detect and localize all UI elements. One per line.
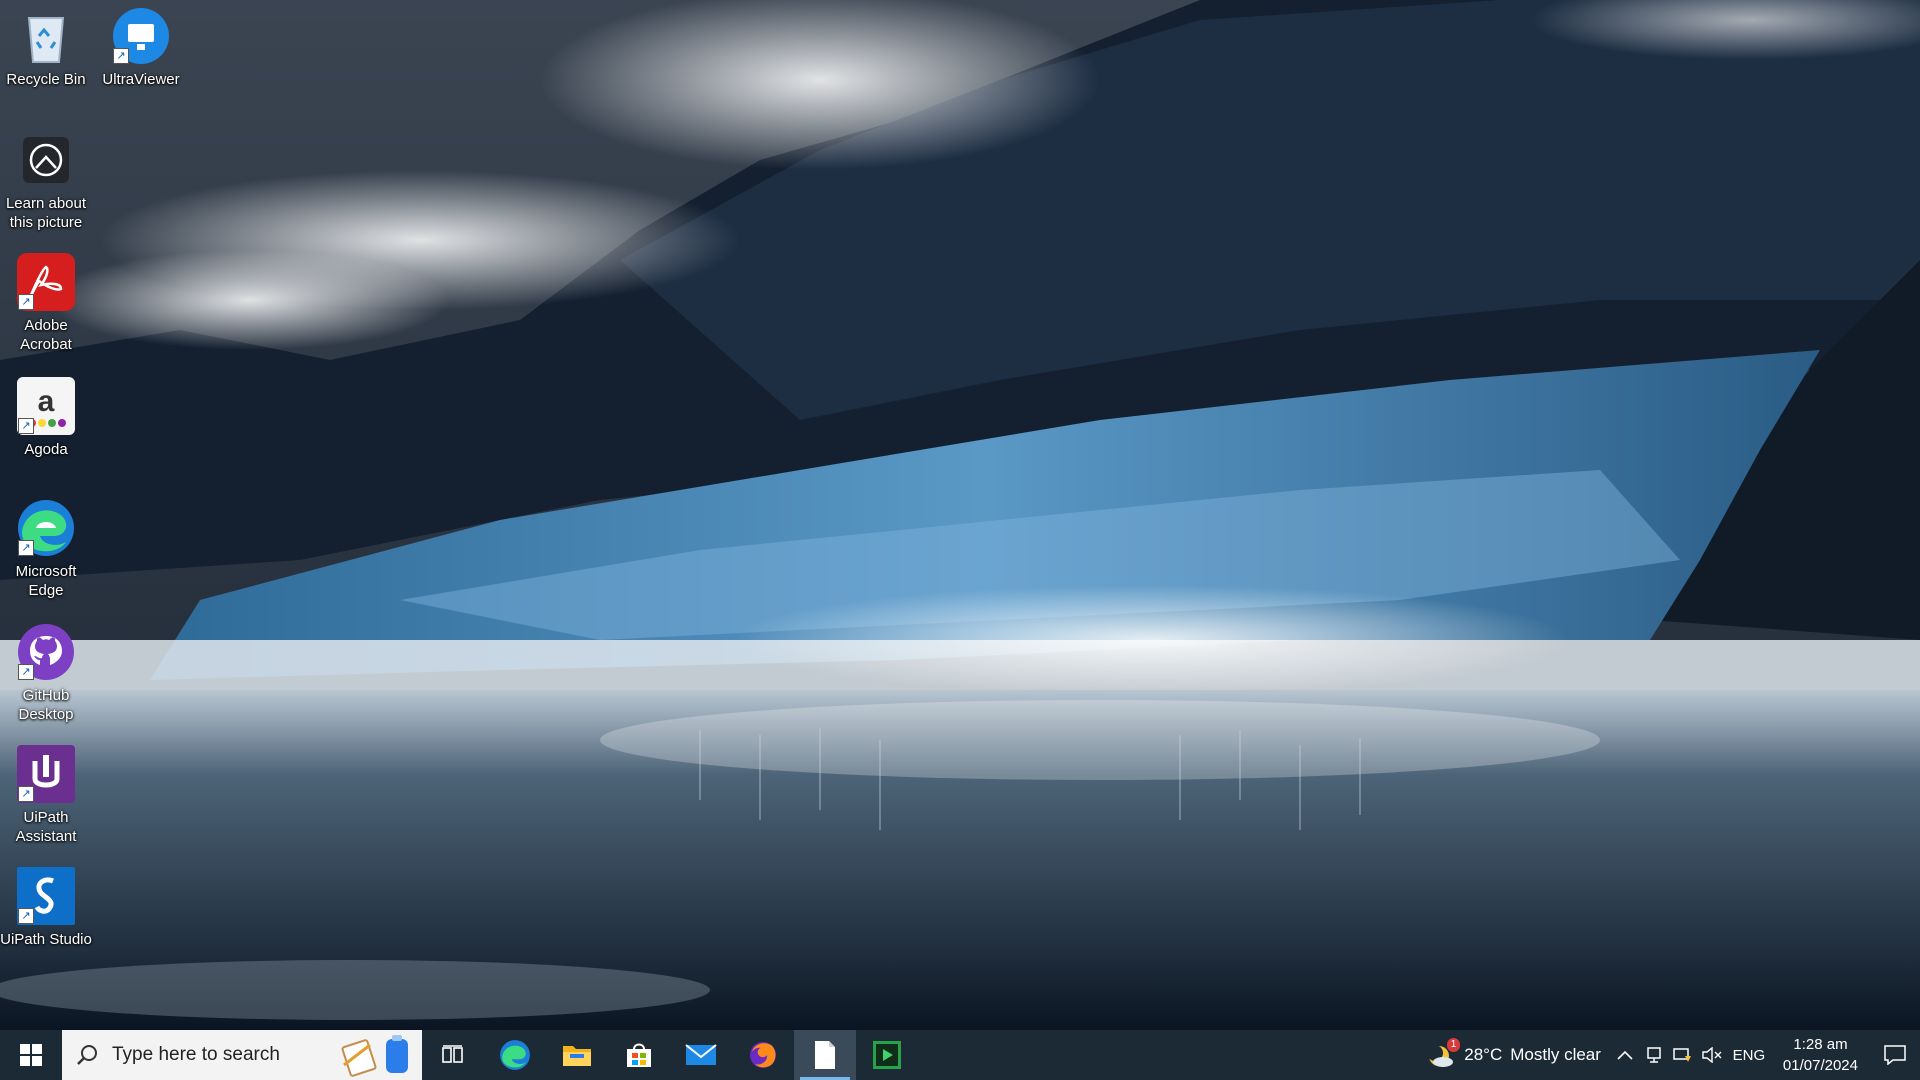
desktop-icon-learn-about-picture[interactable]: Learn about this picture xyxy=(1,130,91,232)
tray-device-button[interactable] xyxy=(1640,1030,1669,1080)
agoda-icon: a ↗ xyxy=(16,376,76,436)
desktop-icon-label: UiPath Studio xyxy=(0,931,92,948)
file-explorer-icon xyxy=(563,1046,591,1066)
mail-icon xyxy=(685,1044,717,1065)
tray-volume-button[interactable] xyxy=(1698,1030,1727,1080)
desktop-icon-label: UiPath Assistant xyxy=(15,809,77,845)
desktop-icon-uipath-studio[interactable]: ↗ UiPath Studio xyxy=(0,866,92,949)
show-hidden-icons-button[interactable] xyxy=(1611,1030,1640,1080)
clock-time: 1:28 am xyxy=(1793,1036,1848,1053)
search-highlight-illustration-icon xyxy=(341,1035,408,1077)
learn-picture-icon xyxy=(16,130,76,190)
language-label: ENG xyxy=(1732,1046,1766,1064)
notification-icon xyxy=(1884,1045,1906,1065)
desktop-icon-adobe-acrobat[interactable]: ↗ Adobe Acrobat xyxy=(1,252,91,354)
weather-widget[interactable]: 1 28°C Mostly clear xyxy=(1416,1030,1611,1080)
desktop: Recycle Bin ↗ UltraViewer Learn about th… xyxy=(0,0,1920,1030)
search-placeholder: Type here to search xyxy=(112,1044,280,1065)
start-button[interactable] xyxy=(0,1030,62,1080)
media-player-icon xyxy=(873,1041,901,1069)
system-tray: 1 28°C Mostly clear ENG 1:28 am 01/07/20… xyxy=(1416,1030,1920,1080)
desktop-icon-ultraviewer[interactable]: ↗ UltraViewer xyxy=(96,6,186,89)
taskbar-store-button[interactable] xyxy=(608,1030,670,1080)
microsoft-store-icon xyxy=(627,1043,651,1067)
shortcut-arrow-icon: ↗ xyxy=(18,540,34,556)
taskbar-edge-button[interactable] xyxy=(484,1030,546,1080)
volume-muted-icon xyxy=(1702,1047,1722,1063)
weather-temperature: 28°C xyxy=(1464,1045,1503,1064)
shortcut-arrow-icon: ↗ xyxy=(18,664,34,680)
task-view-button[interactable] xyxy=(422,1030,484,1080)
taskbar-media-player-button[interactable] xyxy=(856,1030,918,1080)
clock[interactable]: 1:28 am 01/07/2024 xyxy=(1771,1034,1870,1076)
uipath-studio-icon: ↗ xyxy=(16,866,76,926)
wallpaper-glacier xyxy=(0,0,1920,1030)
shortcut-arrow-icon: ↗ xyxy=(113,48,129,64)
edge-icon xyxy=(500,1040,530,1070)
desktop-icon-label: Recycle Bin xyxy=(6,71,86,88)
ultraviewer-icon: ↗ xyxy=(111,6,171,66)
firefox-icon xyxy=(750,1042,776,1068)
adobe-acrobat-icon: ↗ xyxy=(16,252,76,312)
desktop-icon-uipath-assistant[interactable]: ↗ UiPath Assistant xyxy=(1,744,91,846)
taskbar-firefox-button[interactable] xyxy=(732,1030,794,1080)
shortcut-arrow-icon: ↗ xyxy=(18,786,34,802)
task-view-icon xyxy=(442,1045,463,1063)
desktop-icon-recycle-bin[interactable]: Recycle Bin xyxy=(1,6,91,89)
svg-text:a: a xyxy=(38,385,55,418)
weather-condition: Mostly clear xyxy=(1510,1045,1601,1064)
weather-badge: 1 xyxy=(1446,1038,1461,1052)
clock-date: 01/07/2024 xyxy=(1782,1057,1858,1074)
chevron-up-icon xyxy=(1617,1050,1633,1060)
action-center-button[interactable] xyxy=(1870,1030,1920,1080)
recycle-bin-icon xyxy=(16,6,76,66)
edge-icon: ↗ xyxy=(16,498,76,558)
tray-network-button[interactable] xyxy=(1669,1030,1698,1080)
taskbar-mail-button[interactable] xyxy=(670,1030,732,1080)
desktop-icon-label: Learn about this picture xyxy=(5,195,87,231)
taskbar-notepad-button[interactable] xyxy=(794,1030,856,1080)
desktop-icon-label: UltraViewer xyxy=(102,71,180,88)
taskbar-file-explorer-button[interactable] xyxy=(546,1030,608,1080)
shortcut-arrow-icon: ↗ xyxy=(18,908,34,924)
start-icon xyxy=(20,1044,42,1066)
github-icon: ↗ xyxy=(16,622,76,682)
desktop-icon-microsoft-edge[interactable]: ↗ Microsoft Edge xyxy=(1,498,91,600)
desktop-icon-label: Agoda xyxy=(24,441,68,458)
network-warning-icon xyxy=(1673,1048,1692,1062)
uipath-assistant-icon: ↗ xyxy=(16,744,76,804)
device-icon xyxy=(1647,1047,1662,1063)
search-icon xyxy=(77,1045,97,1065)
search-box[interactable]: Type here to search xyxy=(62,1030,422,1080)
desktop-icon-label: Adobe Acrobat xyxy=(20,317,72,353)
shortcut-arrow-icon: ↗ xyxy=(18,418,34,434)
language-indicator[interactable]: ENG xyxy=(1727,1030,1771,1080)
weather-moon-icon: 1 xyxy=(1426,1038,1461,1070)
taskbar: Type here to search 1 28°C Mostly clear … xyxy=(0,1030,1920,1080)
desktop-icon-label: Microsoft Edge xyxy=(15,563,77,599)
notepad-icon xyxy=(815,1041,835,1069)
desktop-icon-agoda[interactable]: a ↗ Agoda xyxy=(1,376,91,459)
desktop-icon-label: GitHub Desktop xyxy=(18,687,74,723)
shortcut-arrow-icon: ↗ xyxy=(18,294,34,310)
desktop-icon-github-desktop[interactable]: ↗ GitHub Desktop xyxy=(1,622,91,724)
